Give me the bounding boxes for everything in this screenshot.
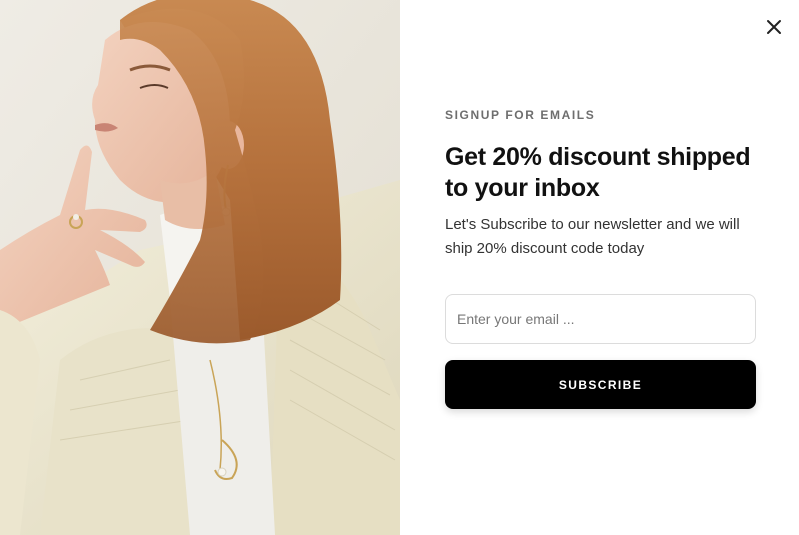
model-illustration: [0, 0, 400, 535]
close-icon-glyph: [767, 20, 781, 34]
popup-description: Let's Subscribe to our newsletter and we…: [445, 216, 740, 257]
eyebrow-label: SIGNUP FOR EMAILS: [445, 108, 596, 122]
email-field[interactable]: [445, 294, 756, 344]
popup-headline: Get 20% discount shipped to your inbox: [445, 143, 751, 202]
fashion-model-photo: [0, 0, 400, 535]
close-icon[interactable]: [765, 18, 783, 36]
newsletter-popup: SIGNUP FOR EMAILS Get 20% discount shipp…: [0, 0, 799, 535]
subscribe-button[interactable]: SUBSCRIBE: [445, 360, 756, 409]
signup-content: SIGNUP FOR EMAILS Get 20% discount shipp…: [400, 0, 799, 535]
